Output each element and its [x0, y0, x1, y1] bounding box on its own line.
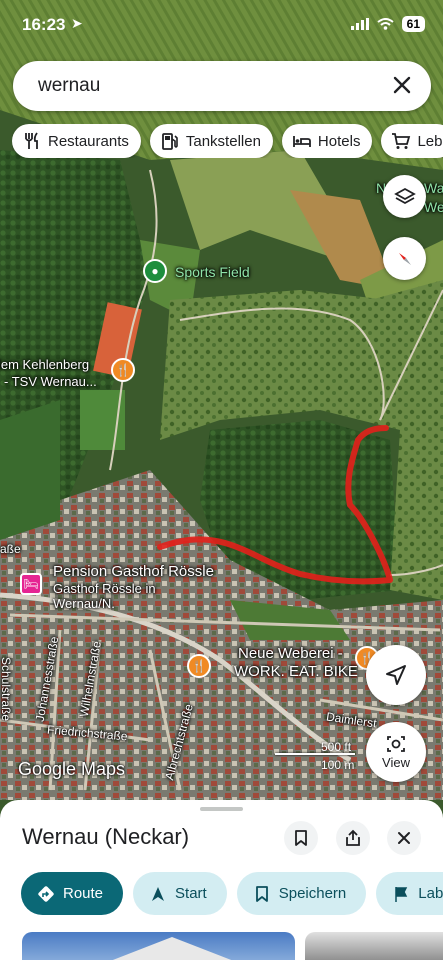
place-label-weberei-line1[interactable]: Neue Weberei - — [238, 645, 343, 662]
cellular-signal-icon — [350, 18, 369, 30]
place-label-kehlenberg-line2[interactable]: - TSV Wernau... — [4, 375, 97, 389]
street-label-left-edge: aße — [0, 542, 21, 556]
restaurant-pin-kehlenberg[interactable]: 🍴 — [111, 358, 135, 382]
battery-indicator: 61 — [401, 16, 425, 32]
place-title: Wernau (Neckar) — [22, 824, 190, 849]
bed-icon — [293, 136, 311, 147]
chip-label: Leb — [417, 132, 443, 150]
speichern-button[interactable]: Speichern — [236, 872, 367, 915]
start-button[interactable]: Start — [133, 872, 227, 915]
directions-icon — [38, 885, 54, 902]
category-chips: Restaurants Tankstellen Hotels Leb — [12, 124, 443, 158]
chip-hotels[interactable]: Hotels — [281, 124, 373, 158]
route-button[interactable]: Route — [21, 872, 124, 915]
status-bar: 16:23 ➤ 61 — [0, 0, 443, 52]
start-label: Start — [175, 885, 207, 902]
bookmark-icon — [255, 885, 268, 902]
share-button[interactable] — [336, 821, 370, 855]
navigation-arrow-icon — [152, 886, 165, 901]
place-label-sports-field[interactable]: Sports Field — [175, 265, 250, 279]
place-photo-1[interactable] — [22, 932, 295, 960]
place-label-topright-2: Wa — [424, 180, 443, 196]
chip-restaurants[interactable]: Restaurants — [12, 124, 141, 158]
street-view-button[interactable]: View — [366, 722, 426, 782]
compass-icon — [398, 252, 411, 265]
location-services-icon: ➤ — [71, 15, 83, 31]
close-sheet-button[interactable] — [387, 821, 421, 855]
place-label-weberei-line2[interactable]: WORK. EAT. BIKE — [234, 663, 358, 680]
gas-station-icon — [161, 133, 178, 150]
chip-label: Tankstellen — [185, 132, 261, 150]
clear-search-icon[interactable] — [389, 72, 415, 98]
chip-label: Hotels — [317, 132, 361, 150]
flag-icon — [395, 886, 408, 902]
my-location-button[interactable] — [366, 645, 426, 705]
place-label-pension[interactable]: Pension Gasthof Rössle — [53, 563, 214, 580]
place-photo-2[interactable] — [305, 932, 443, 960]
church-photo — [112, 937, 232, 960]
layers-button[interactable] — [383, 175, 426, 218]
layers-icon — [393, 187, 416, 204]
route-label: Route — [63, 885, 104, 902]
view-label: View — [382, 755, 410, 770]
label-button[interactable]: Label — [376, 872, 443, 915]
status-time: 16:23 — [22, 15, 66, 34]
sports-field-pin[interactable]: ● — [143, 259, 167, 283]
place-sheet[interactable]: Wernau (Neckar) Route Start Speichern La… — [0, 800, 443, 960]
share-icon — [346, 829, 360, 846]
place-label-pension-sub1: Gasthof Rössle in — [53, 581, 156, 596]
compass-button[interactable] — [383, 237, 426, 280]
navigation-arrow-icon — [386, 665, 406, 685]
street-label-schulstrasse: Schulstraße — [0, 656, 14, 722]
save-place-button[interactable] — [284, 821, 318, 855]
place-label-pension-sub2: Wernau/N. — [53, 596, 115, 611]
sheet-drag-handle[interactable] — [200, 807, 243, 811]
scale-feet: 500 ft — [321, 740, 352, 754]
scale-meters: 100 m — [321, 758, 355, 772]
google-maps-attribution: Google Maps — [18, 759, 126, 779]
chip-tankstellen[interactable]: Tankstellen — [149, 124, 273, 158]
bookmark-icon — [295, 830, 307, 846]
search-bar[interactable]: wernau — [13, 61, 431, 111]
place-label-topright-3: We — [424, 199, 443, 215]
close-icon — [398, 832, 410, 844]
restaurant-pin-weberei[interactable]: 🍴 — [187, 654, 211, 678]
camera-view-icon — [387, 736, 405, 752]
fork-knife-icon — [25, 132, 38, 149]
chip-label: Restaurants — [48, 132, 129, 150]
speichern-label: Speichern — [278, 885, 347, 902]
label-label: Label — [418, 885, 443, 902]
chip-lebensmittel[interactable]: Leb — [381, 124, 443, 158]
action-buttons: Route Start Speichern Label — [21, 872, 443, 915]
search-query[interactable]: wernau — [38, 75, 100, 97]
cart-icon — [392, 133, 411, 149]
wifi-icon — [377, 18, 394, 30]
place-label-kehlenberg-line1[interactable]: lem Kehlenberg — [0, 358, 89, 372]
hotel-pin-pension[interactable]: 🛏 — [20, 573, 42, 595]
